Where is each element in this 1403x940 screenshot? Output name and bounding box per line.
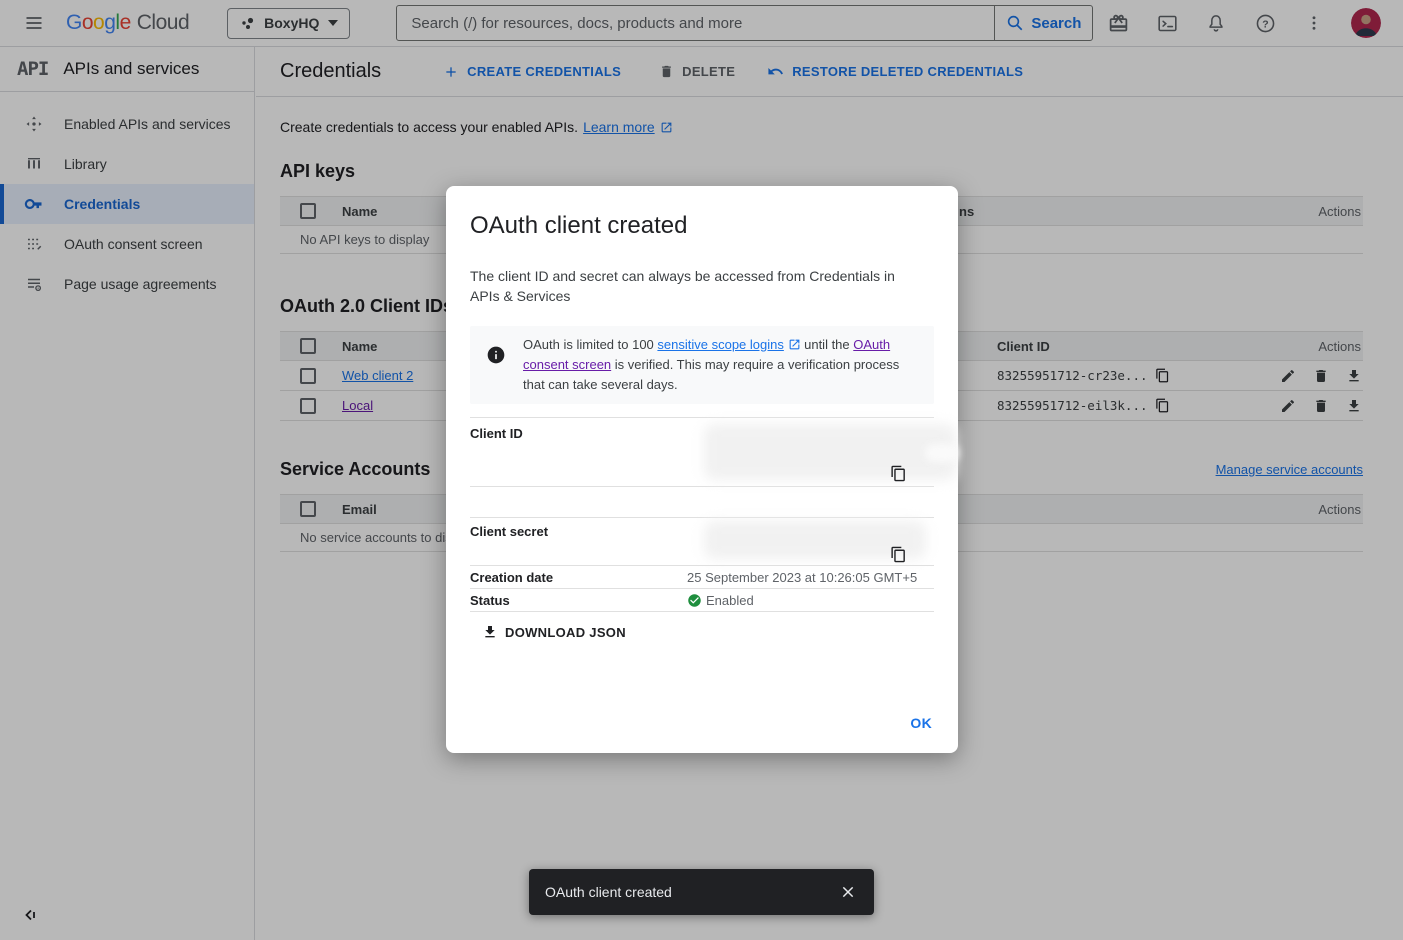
external-link-icon (788, 338, 801, 351)
oauth-client-created-dialog: OAuth client created The client ID and s… (446, 186, 958, 753)
status-value: Enabled (706, 593, 754, 608)
google-cloud-console: Google Cloud BoxyHQ Search (0, 0, 1403, 940)
toast-message: OAuth client created (545, 884, 672, 900)
download-icon (482, 624, 498, 640)
redacted-client-id (925, 444, 959, 462)
download-json-button[interactable]: DOWNLOAD JSON (482, 624, 626, 640)
row-spacer (470, 487, 934, 517)
client-id-label: Client ID (470, 426, 687, 486)
status-row: Status Enabled (470, 588, 934, 612)
copy-client-secret-icon[interactable] (890, 546, 907, 563)
status-value-cell: Enabled (687, 593, 934, 608)
notice-text-1: OAuth is limited to 100 (523, 337, 657, 352)
creation-date-label: Creation date (470, 570, 687, 585)
toast-snackbar: OAuth client created (529, 869, 874, 915)
status-label: Status (470, 593, 687, 608)
copy-client-id-icon[interactable] (890, 465, 907, 482)
download-json-label: DOWNLOAD JSON (505, 625, 626, 640)
client-secret-label: Client secret (470, 524, 687, 565)
client-secret-row: Client secret (470, 517, 934, 565)
notice-text: OAuth is limited to 100 sensitive scope … (523, 335, 918, 395)
dialog-title: OAuth client created (470, 212, 934, 240)
notice-text-2: until the (801, 337, 854, 352)
ok-button[interactable]: OK (910, 715, 932, 731)
sensitive-scope-logins-link[interactable]: sensitive scope logins (657, 337, 783, 352)
close-icon[interactable] (838, 882, 858, 902)
redacted-client-id (704, 424, 956, 480)
creation-date-value: 25 September 2023 at 10:26:05 GMT+5 (687, 570, 934, 585)
client-id-row: Client ID (470, 417, 934, 487)
client-details: Client ID Client secret Creation date 25… (470, 417, 934, 612)
info-icon (486, 335, 506, 395)
dialog-subtitle: The client ID and secret can always be a… (470, 266, 922, 306)
verification-notice: OAuth is limited to 100 sensitive scope … (470, 326, 934, 404)
check-circle-icon (687, 593, 702, 608)
creation-date-row: Creation date 25 September 2023 at 10:26… (470, 565, 934, 588)
